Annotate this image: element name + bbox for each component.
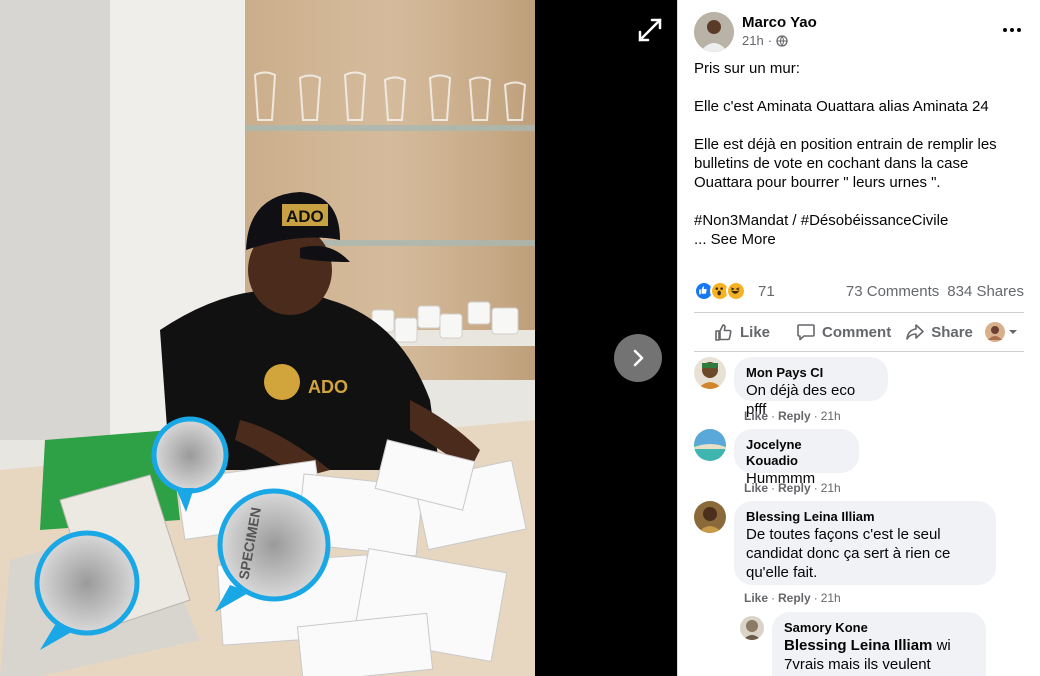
- react-as-selector[interactable]: [985, 322, 1018, 342]
- more-dot-icon: [1010, 28, 1014, 32]
- commenter-avatar[interactable]: [694, 501, 726, 533]
- see-more-link[interactable]: ... See More: [694, 230, 1024, 249]
- comments-count[interactable]: 73 Comments: [846, 283, 939, 300]
- comment-reply-link[interactable]: Reply: [778, 591, 811, 605]
- post-text-line: Pris sur un mur:: [694, 60, 800, 77]
- comment-label: Comment: [822, 323, 892, 341]
- expand-icon: [638, 18, 662, 42]
- post-text-line: Elle c'est Aminata Ouattara alias Aminat…: [694, 98, 989, 115]
- comment-like-link[interactable]: Like: [744, 409, 768, 423]
- comment-text: De toutes façons c'est le seul candidat …: [746, 526, 951, 581]
- like-label: Like: [740, 323, 771, 341]
- like-button[interactable]: Like: [714, 313, 770, 351]
- more-dot-icon: [1017, 28, 1021, 32]
- reactions-summary: 71 73 Comments 834 Shares: [694, 280, 1024, 302]
- caret-down-icon: [1009, 330, 1017, 334]
- post-action-bar: Like Comment Share: [694, 312, 1024, 352]
- haha-icon: [726, 281, 746, 301]
- commenter-avatar[interactable]: [694, 429, 726, 461]
- comment-bubble: Jocelyne Kouadio Hummmm: [734, 429, 859, 487]
- post-body: Pris sur un mur: Elle c'est Aminata Ouat…: [694, 59, 1024, 249]
- more-dot-icon: [1003, 28, 1007, 32]
- comment-time[interactable]: 21h: [821, 591, 841, 605]
- comment-actions: Like · Reply · 21h: [744, 591, 841, 605]
- reaction-icons[interactable]: [694, 281, 752, 301]
- commenter-avatar[interactable]: [694, 357, 726, 389]
- comment-like-link[interactable]: Like: [744, 591, 768, 605]
- expand-button[interactable]: [632, 12, 668, 48]
- post-time[interactable]: 21h: [742, 33, 764, 48]
- share-button[interactable]: Share: [905, 313, 973, 351]
- photo-viewer: ADO ADO SPECIMEN: [0, 0, 677, 676]
- comment-time[interactable]: 21h: [821, 409, 841, 423]
- comment-bubble: Mon Pays CI On déjà des eco pfff: [734, 357, 888, 418]
- reply-mention[interactable]: Blessing Leina Illiam: [784, 637, 932, 654]
- share-label: Share: [931, 323, 973, 341]
- comment-icon: [797, 324, 815, 341]
- thumbs-up-icon: [715, 324, 732, 341]
- comment-actions: Like · Reply · 21h: [744, 481, 841, 495]
- profile-avatar-icon: [985, 322, 1005, 342]
- author-avatar[interactable]: [694, 12, 734, 52]
- comment-like-link[interactable]: Like: [744, 481, 768, 495]
- reply-bubble: Samory Kone Blessing Leina Illiam wi 7vr…: [772, 612, 986, 676]
- comment-button[interactable]: Comment: [796, 313, 891, 351]
- more-options-button[interactable]: [1000, 20, 1024, 40]
- replier-name[interactable]: Samory Kone: [784, 620, 974, 636]
- post-text-line: Elle est déjà en position entrain de rem…: [694, 136, 997, 191]
- replier-avatar[interactable]: [740, 616, 764, 640]
- commenter-name[interactable]: Mon Pays CI: [746, 365, 876, 381]
- reply-text: Blessing Leina Illiam wi 7vrais mais ils…: [784, 636, 974, 676]
- chevron-right-icon: [633, 349, 644, 367]
- next-photo-button[interactable]: [614, 334, 662, 382]
- comment-reply-link[interactable]: Reply: [778, 409, 811, 423]
- commenter-name[interactable]: Blessing Leina Illiam: [746, 509, 984, 525]
- shirt-text: ADO: [308, 377, 348, 397]
- post-meta: 21h ·: [742, 33, 788, 48]
- author-name[interactable]: Marco Yao: [742, 14, 817, 31]
- commenter-name[interactable]: Jocelyne Kouadio: [746, 437, 847, 469]
- comment-bubble: Blessing Leina Illiam De toutes façons c…: [734, 501, 996, 585]
- post-side-panel: Marco Yao 21h · Pris sur un mur: Elle c'…: [678, 0, 1040, 676]
- shares-count[interactable]: 834 Shares: [947, 283, 1024, 300]
- photo-scene: ADO ADO SPECIMEN: [0, 0, 535, 676]
- post-hashtags[interactable]: #Non3Mandat / #DésobéissanceCivile: [694, 211, 1024, 230]
- globe-icon[interactable]: [776, 34, 788, 47]
- reaction-count[interactable]: 71: [758, 283, 775, 300]
- cap-text: ADO: [286, 207, 324, 226]
- engagement-counts: 73 Comments 834 Shares: [846, 283, 1024, 300]
- post-header: Marco Yao 21h ·: [694, 12, 1024, 52]
- comment-actions: Like · Reply · 21h: [744, 409, 841, 423]
- comment-time[interactable]: 21h: [821, 481, 841, 495]
- comment-reply-link[interactable]: Reply: [778, 481, 811, 495]
- post-photo: ADO ADO SPECIMEN: [0, 0, 535, 676]
- share-icon: [906, 324, 924, 340]
